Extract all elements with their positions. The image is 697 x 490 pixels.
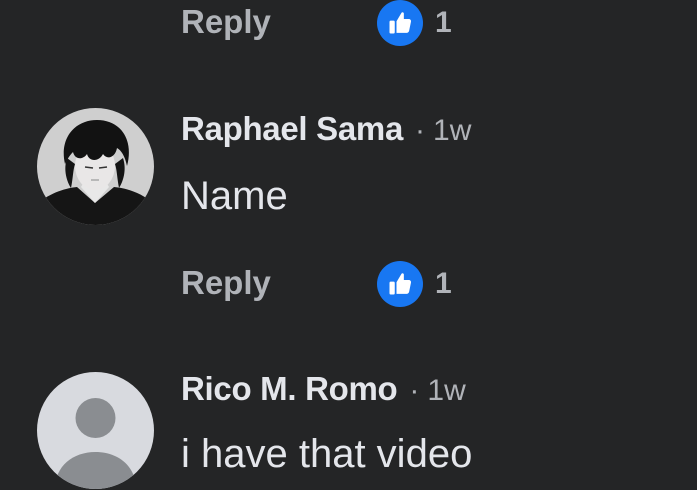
reply-button[interactable]: Reply [181, 3, 271, 41]
comment-text: Name [181, 174, 288, 218]
comment-header: Rico M. Romo · 1w [181, 370, 466, 408]
separator-dot: · [409, 374, 420, 407]
comment-time[interactable]: 1w [427, 374, 465, 408]
thumbs-up-icon [377, 0, 423, 46]
comment-time[interactable]: 1w [433, 114, 471, 148]
comments-section: Reply 1 Raphael Sama · 1w Name Reply 1 R… [0, 0, 697, 490]
reaction-summary[interactable]: 1 [377, 261, 452, 307]
separator-dot: · [415, 114, 426, 147]
reply-button[interactable]: Reply [181, 264, 271, 302]
comment-author[interactable]: Raphael Sama [181, 110, 403, 148]
avatar[interactable] [37, 108, 154, 225]
thumbs-up-icon [377, 261, 423, 307]
comment-text: i have that video [181, 432, 473, 476]
comment-actions: Reply [181, 261, 271, 305]
like-count: 1 [435, 6, 452, 39]
comment-header: Raphael Sama · 1w [181, 110, 471, 148]
comment-actions: Reply [181, 0, 271, 44]
default-avatar-icon[interactable] [37, 372, 154, 489]
comment-author[interactable]: Rico M. Romo [181, 370, 398, 408]
like-count: 1 [435, 267, 452, 300]
reaction-summary[interactable]: 1 [377, 0, 452, 46]
